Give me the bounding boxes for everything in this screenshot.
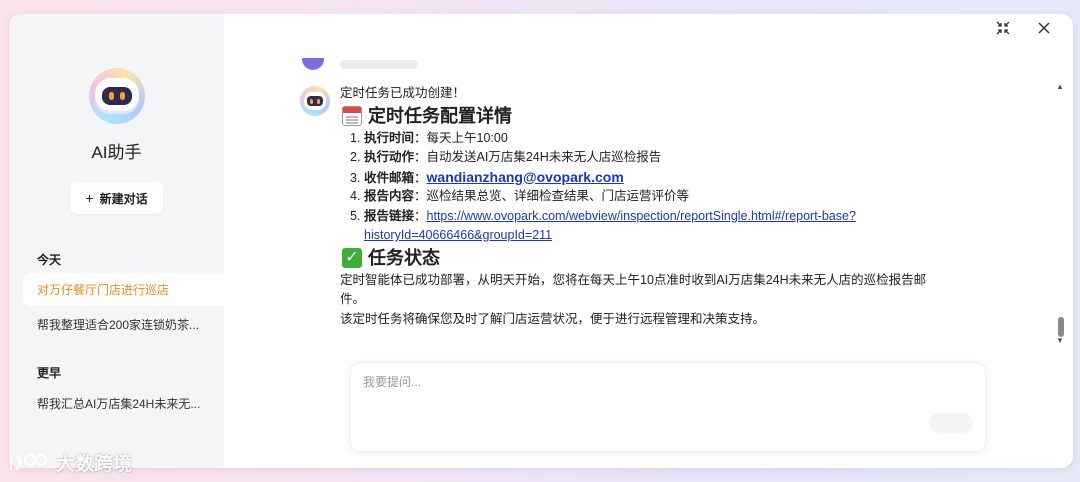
config-list: 1. 执行时间：每天上午10:00 2. 执行动作：自动发送AI万店集24H未来无人…: [350, 129, 940, 246]
item-label: 报告内容: [364, 189, 415, 203]
status-heading: ✓ 任务状态: [342, 246, 940, 271]
chat-input-box[interactable]: [350, 362, 986, 452]
config-heading-text: 定时任务配置详情: [368, 105, 512, 126]
close-icon[interactable]: [1036, 20, 1052, 36]
item-separator: ：: [414, 170, 427, 185]
item-separator: ：: [414, 130, 427, 145]
user-avatar: [302, 58, 324, 70]
status-text: 定时智能体已成功部署，从明天开始，您将在每天上午10点准时收到AI万店集24H未…: [340, 272, 927, 287]
send-button[interactable]: [929, 413, 973, 433]
new-chat-label: 新建对话: [99, 191, 148, 206]
item-number: 5.: [350, 208, 361, 223]
watermark-text: 大数跨境: [56, 454, 133, 475]
item-value: 每天上午10:00: [426, 130, 508, 145]
item-separator: ：: [414, 189, 427, 203]
item-label: 报告链接: [364, 208, 415, 223]
item-number: 1.: [350, 130, 361, 145]
bot-message: 定时任务已成功创建！ 定时任务配置详情 1. 执行时间：每天上午10:00 2. 执…: [340, 84, 940, 329]
chat-item[interactable]: 帮我整理适合200家连锁奶茶...: [23, 308, 224, 341]
calendar-icon: [342, 106, 362, 126]
list-item: 4. 报告内容：巡检结果总览、详细检查结果、门店运营评价等: [350, 187, 940, 207]
message-intro: 定时任务已成功创建！: [340, 86, 466, 100]
status-text: 件。: [340, 292, 366, 306]
collapse-icon[interactable]: [995, 20, 1011, 36]
assistant-avatar: [89, 68, 145, 124]
email-link[interactable]: wandianzhang@ovopark.com: [427, 169, 624, 185]
new-chat-button[interactable]: + 新建对话: [70, 182, 163, 214]
status-text: 该定时任务将确保您及时了解门店运营状况，便于进行远程管理和决策支持。: [340, 311, 766, 326]
config-heading: 定时任务配置详情: [342, 104, 940, 129]
watermark-logo: [10, 453, 47, 470]
item-number: 2.: [350, 150, 361, 164]
item-number: 3.: [350, 170, 361, 185]
item-label: 执行时间: [364, 130, 415, 145]
item-number: 4.: [350, 189, 361, 203]
item-value: 自动发送AI万店集24H未来无人店巡检报告: [426, 150, 662, 164]
message-list: 定时任务已成功创建！ 定时任务配置详情 1. 执行时间：每天上午10:00 2. 执…: [296, 50, 1036, 346]
item-separator: ：: [414, 150, 427, 164]
section-today: 今天: [37, 253, 62, 267]
sidebar: AI助手 + 新建对话 今天 对万仔餐厅门店进行巡店 帮我整理适合200家连锁奶…: [9, 14, 224, 468]
item-label: 执行动作: [364, 150, 415, 164]
previous-message: [340, 60, 418, 69]
item-value: 巡检结果总览、详细检查结果、门店运营评价等: [426, 189, 690, 203]
scroll-up-arrow[interactable]: ▲: [1055, 82, 1065, 91]
check-icon: ✓: [342, 248, 362, 268]
scroll-down-arrow[interactable]: ▼: [1055, 336, 1065, 345]
watermark: 大数跨境: [8, 449, 132, 476]
list-item: 3. 收件邮箱：wandianzhang@ovopark.com: [350, 168, 940, 188]
list-item: 2. 执行动作：自动发送AI万店集24H未来无人店巡检报告: [350, 148, 940, 168]
section-earlier: 更早: [37, 366, 62, 380]
bot-avatar: [300, 86, 330, 116]
list-item: 1. 执行时间：每天上午10:00: [350, 129, 940, 149]
status-heading-text: 任务状态: [368, 247, 440, 268]
item-label: 收件邮箱: [364, 170, 415, 185]
list-item-continued: historyId=40666466&groupId=211: [350, 226, 940, 246]
item-separator: ：: [414, 208, 427, 223]
scrollbar-thumb[interactable]: [1058, 317, 1064, 337]
report-link[interactable]: https://www.ovopark.com/webview/inspecti…: [427, 209, 856, 223]
report-link-continued[interactable]: historyId=40666466&groupId=211: [364, 228, 552, 242]
chat-item[interactable]: 帮我汇总AI万店集24H未来无...: [23, 387, 224, 420]
plus-icon: +: [85, 190, 94, 206]
app-title: AI助手: [91, 143, 142, 162]
chat-item-active[interactable]: 对万仔餐厅门店进行巡店: [23, 273, 224, 306]
question-input[interactable]: [363, 373, 943, 413]
list-item: 5. 报告链接：https://www.ovopark.com/webview/i…: [350, 207, 940, 227]
